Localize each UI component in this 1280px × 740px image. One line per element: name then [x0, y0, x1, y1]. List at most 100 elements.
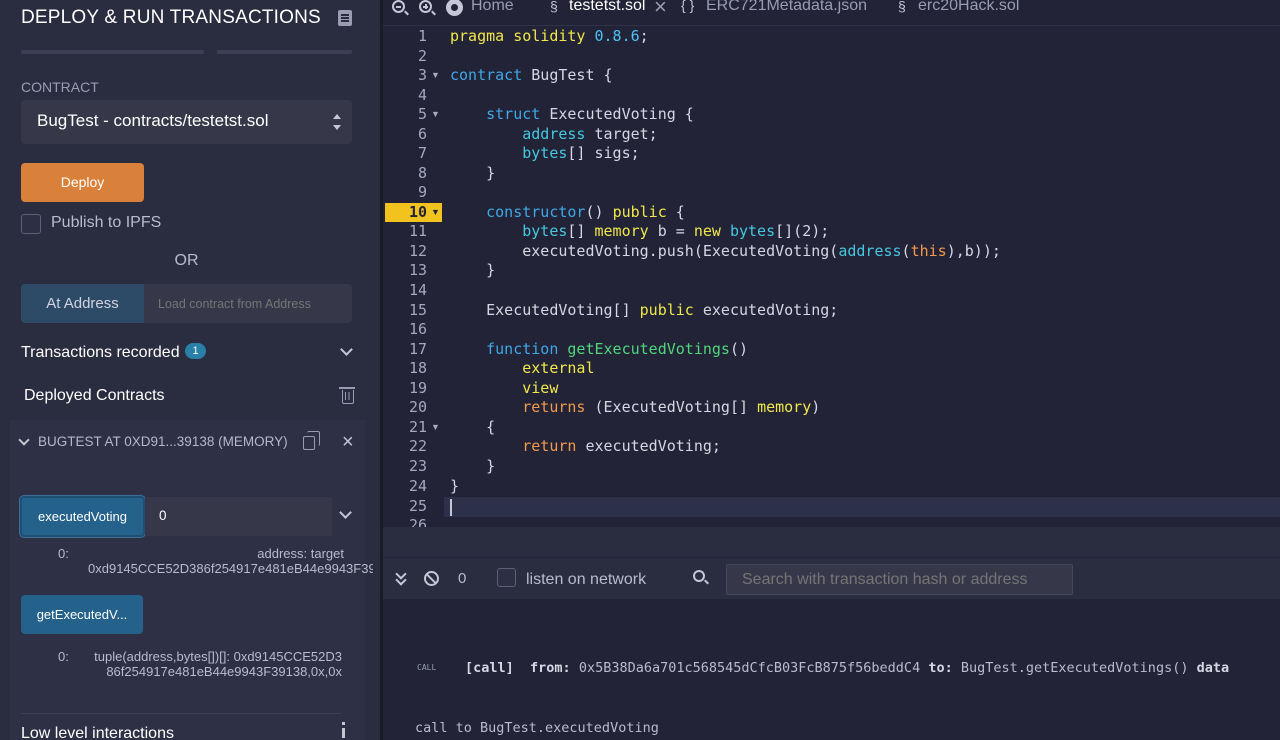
active-line-highlight [385, 497, 1280, 517]
line-number: 8 [417, 164, 427, 182]
tab-testetst-sol[interactable]: testetst.sol [569, 0, 645, 15]
call-to: BugTest.getExecutedVotings() [960, 660, 1189, 676]
line-number: 12 [408, 242, 427, 260]
publish-ipfs-label: Publish to IPFS [51, 214, 162, 231]
line-number: 6 [417, 125, 427, 143]
at-address-input[interactable] [144, 284, 352, 323]
text-cursor [450, 499, 452, 516]
zoom-out-icon[interactable] [392, 0, 405, 13]
line-number: 25 [408, 497, 427, 515]
terminal-output: CALL [call] from: 0x5B38Da6a701c568545dC… [383, 599, 1280, 740]
line-number: 5 [417, 105, 427, 123]
collapse-terminal-icon[interactable] [395, 570, 407, 586]
panel-edge [373, 0, 380, 740]
publish-ipfs-checkbox[interactable] [21, 214, 41, 234]
listen-network-checkbox[interactable] [497, 568, 516, 587]
trash-icon[interactable] [339, 387, 355, 404]
contract-instance [10, 420, 365, 740]
contract-label: CONTRACT [21, 79, 99, 95]
result-index: 0: [58, 546, 69, 561]
remix-ide: DEPLOY & RUN TRANSACTIONS CONTRACT BugTe… [0, 0, 1280, 740]
call-tag: CALL [417, 663, 437, 672]
code-line: external [522, 359, 595, 377]
panel-title: DEPLOY & RUN TRANSACTIONS [21, 7, 321, 28]
listen-network-label: listen on network [526, 571, 647, 588]
solidity-file-icon: § [898, 0, 906, 14]
close-icon[interactable]: × [342, 432, 354, 452]
terminal-toolbar: 0 listen on network [383, 557, 1280, 599]
code-line: } [450, 457, 496, 475]
contract-select[interactable]: BugTest - contracts/testetst.sol [21, 100, 352, 144]
code-line: } [450, 164, 496, 182]
deployed-contracts-label: Deployed Contracts [24, 387, 165, 404]
solidity-file-icon: § [550, 0, 558, 14]
tab-erc20hack-sol[interactable]: erc20Hack.sol [918, 0, 1019, 15]
call-prefix: [call] [465, 660, 514, 676]
executed-voting-button[interactable]: executedVoting [20, 496, 145, 537]
chevron-down-icon[interactable] [340, 343, 353, 356]
at-address-button[interactable]: At Address [21, 284, 144, 323]
transactions-recorded-label[interactable]: Transactions recorded [21, 344, 180, 362]
fold-icon[interactable]: ▼ [431, 109, 440, 119]
zoom-in-icon[interactable] [419, 0, 432, 13]
executed-voting-result: address: target 0xd9145CCE52D386f254917e… [88, 546, 398, 576]
code-line: pragma solidity 0.8.6; [450, 27, 649, 45]
call-log-line[interactable]: [call] from: 0x5B38Da6a701c568545dCfcB03… [465, 660, 1229, 676]
line-number: 9 [417, 183, 427, 201]
fold-icon[interactable]: ▼ [431, 70, 440, 80]
code-line: } [450, 477, 460, 495]
json-file-icon: { } [681, 0, 695, 13]
line-number: 16 [408, 320, 427, 338]
line-number: 24 [408, 477, 427, 495]
pending-tx-count: 0 [458, 570, 467, 587]
fold-icon[interactable]: ▼ [431, 422, 440, 432]
documentation-icon[interactable] [338, 10, 352, 26]
fold-icon[interactable]: ▼ [431, 207, 440, 217]
home-icon [446, 0, 463, 16]
call-to-label: to: [928, 660, 953, 676]
low-level-interactions-label: Low level interactions [21, 725, 174, 740]
line-number: 4 [417, 86, 427, 104]
divider [21, 713, 341, 714]
line-number: 23 [408, 457, 427, 475]
line-number: 15 [408, 301, 427, 319]
code-line: executedVoting.push(ExecutedVoting(addre… [450, 242, 1001, 260]
code-line: function getExecutedVotings() [486, 340, 749, 358]
executed-voting-input[interactable]: 0 [145, 497, 332, 536]
code-line: view [522, 379, 559, 397]
line-number: 26 [408, 516, 427, 527]
tab-home[interactable]: Home [471, 0, 514, 15]
line-gutter: 1 2 3 ▼ 4 5 ▼ 6 7 8 9 10 ▼ 11 12 13 14 1… [383, 27, 444, 527]
select-arrows-icon [332, 114, 342, 130]
tab-erc721metadata-json[interactable]: ERC721Metadata.json [706, 0, 867, 15]
line-number: 11 [408, 222, 427, 240]
transactions-recorded-badge: 1 [185, 343, 206, 359]
deploy-button[interactable]: Deploy [21, 163, 144, 202]
line-number: 22 [408, 437, 427, 455]
code-line: bytes[] sigs; [522, 144, 640, 162]
code-line: { [450, 418, 496, 436]
clear-console-icon[interactable] [424, 571, 439, 586]
terminal-search-input[interactable] [726, 564, 1073, 595]
call-result-line: call to BugTest.executedVoting [415, 720, 659, 736]
info-icon[interactable] [338, 722, 348, 740]
line-number: 1 [417, 27, 427, 45]
line-number: 14 [408, 281, 427, 299]
terminal-resize-handle[interactable] [383, 527, 1280, 557]
line-number: 20 [408, 398, 427, 416]
code-line: constructor() public { [486, 203, 685, 221]
code-line: struct ExecutedVoting { [486, 105, 694, 123]
code-line: address target; [522, 125, 658, 143]
result-index: 0: [58, 649, 69, 664]
code-editor[interactable]: 1 2 3 ▼ 4 5 ▼ 6 7 8 9 10 ▼ 11 12 13 14 1… [383, 27, 1280, 527]
line-number: 21 [408, 418, 427, 436]
call-from-label: from: [530, 660, 571, 676]
line-number: 19 [408, 379, 427, 397]
get-executed-votings-button[interactable]: getExecutedV... [21, 595, 143, 634]
line-number: 3 [417, 66, 427, 84]
deploy-run-panel: DEPLOY & RUN TRANSACTIONS CONTRACT BugTe… [0, 0, 398, 740]
close-icon[interactable]: × [654, 0, 667, 18]
editor-tabbar: Home § testetst.sol × { } ERC721Metadata… [383, 0, 1280, 26]
copy-icon[interactable] [303, 431, 320, 450]
instance-title[interactable]: BUGTEST AT 0XD91...39138 (MEMORY) [38, 434, 288, 449]
